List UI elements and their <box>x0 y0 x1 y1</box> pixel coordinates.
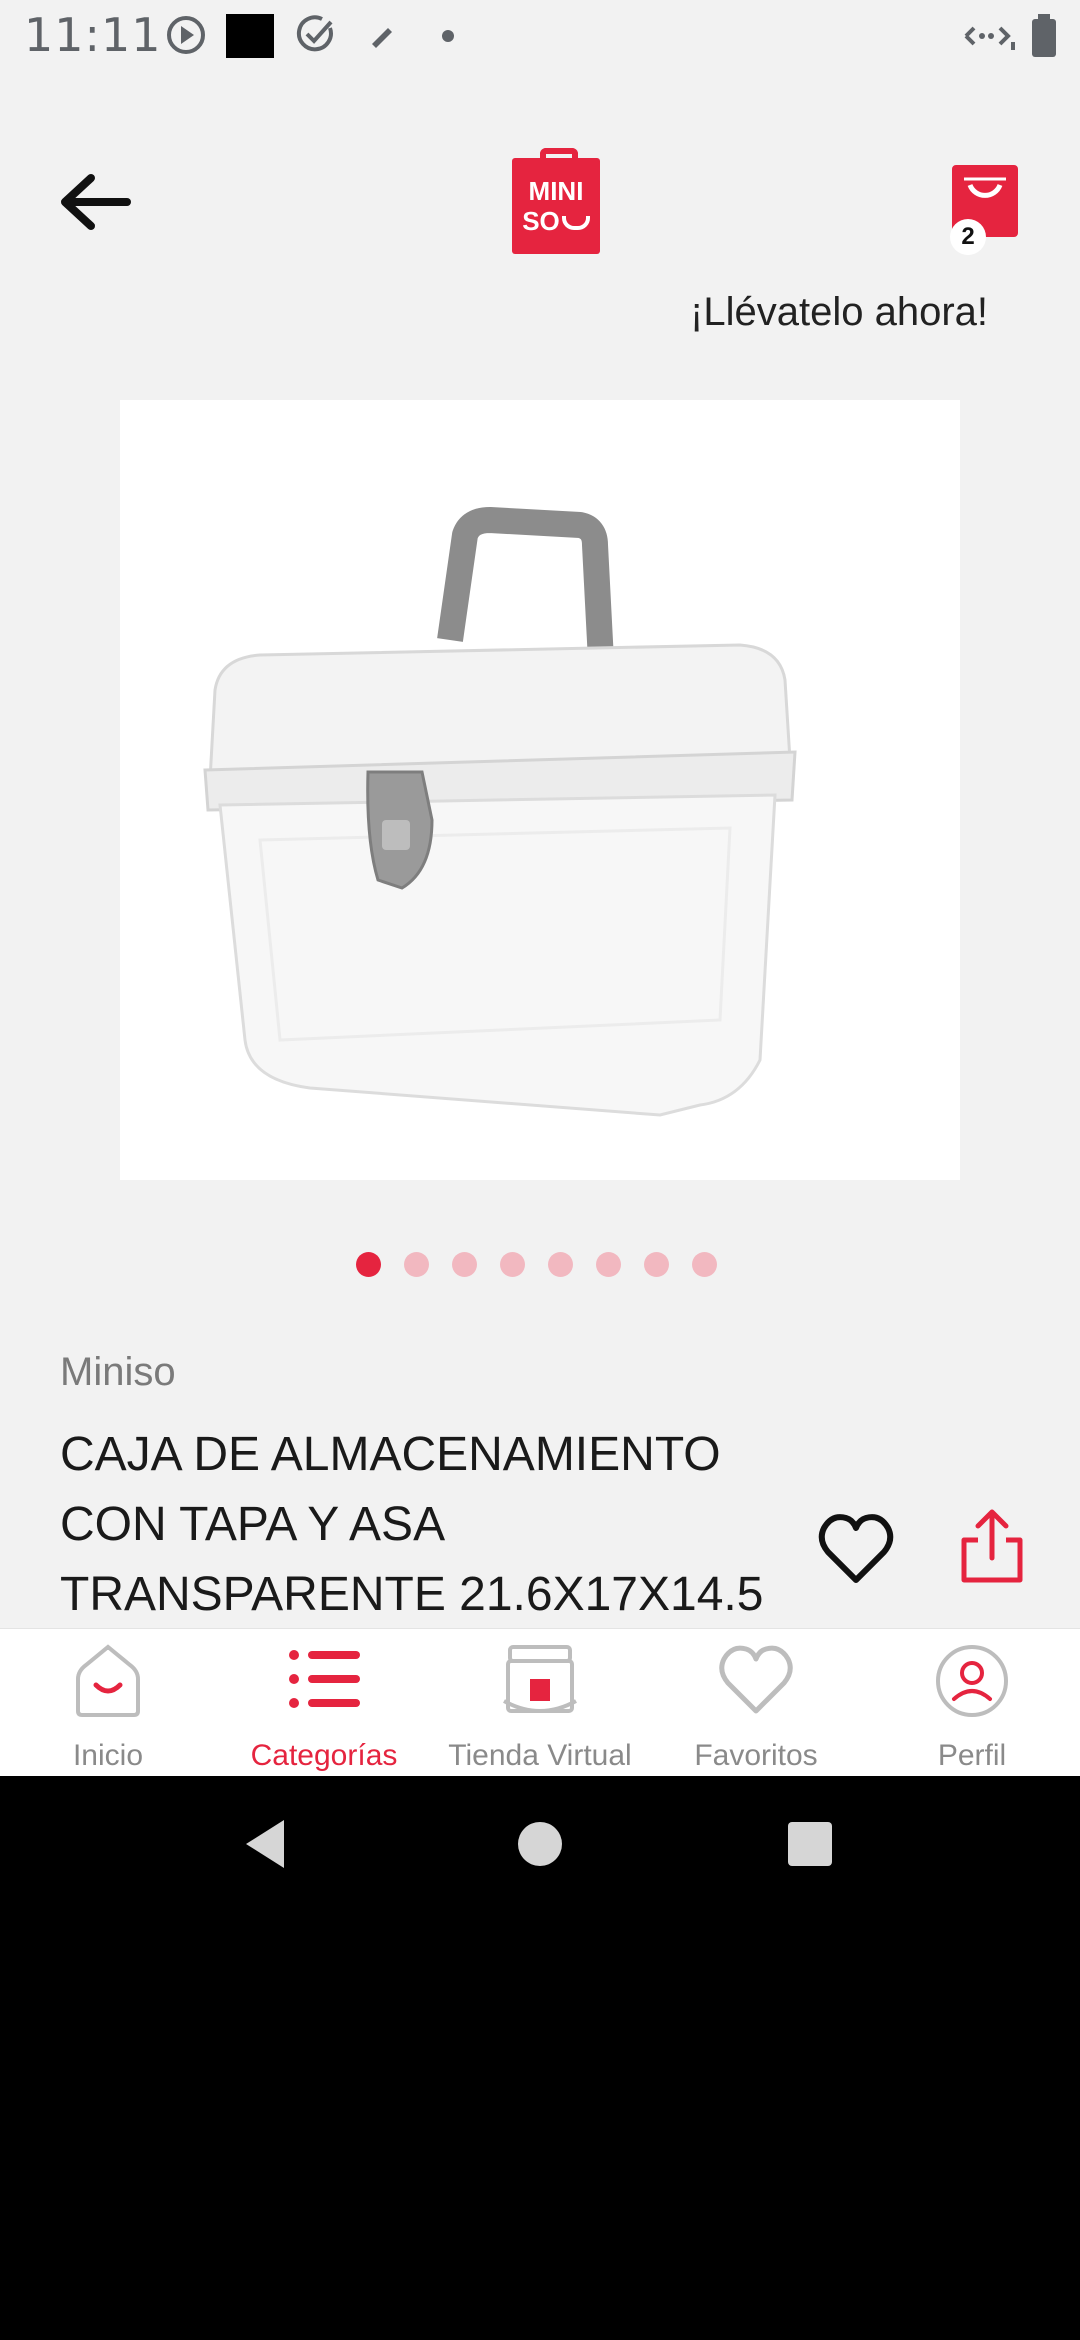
nav-item-perfil[interactable]: Perfil <box>864 1629 1080 1776</box>
virtual-store-icon <box>503 1645 577 1713</box>
nav-label-tienda-virtual: Tienda Virtual <box>448 1739 632 1772</box>
battery-icon <box>1032 14 1056 57</box>
categories-list-icon <box>289 1650 360 1708</box>
nav-label-categorias: Categorías <box>250 1739 398 1772</box>
status-bar: 11:11 <box>0 0 1080 72</box>
heart-outline-icon <box>818 1514 894 1583</box>
back-button[interactable] <box>55 170 135 235</box>
nav-label-perfil: Perfil <box>937 1739 1007 1772</box>
product-title: CAJA DE ALMACENAMIENTO CON TAPA Y ASA TR… <box>60 1428 764 1621</box>
share-icon <box>961 1509 1023 1583</box>
carousel-dot-3[interactable] <box>452 1252 477 1277</box>
system-home-icon[interactable] <box>516 1816 564 1872</box>
product-brand: Miniso <box>60 1350 176 1394</box>
system-navigation-bar <box>0 1776 1080 1916</box>
carousel-dot-1[interactable] <box>356 1252 381 1277</box>
miniso-logo[interactable]: MINI SO <box>512 148 600 254</box>
logo-text-line1: MINI <box>528 176 584 206</box>
status-time: 11:11 <box>24 8 162 62</box>
carousel-dot-2[interactable] <box>404 1252 429 1277</box>
cart-button[interactable]: 2 <box>950 165 1020 255</box>
share-button[interactable] <box>956 1508 1028 1588</box>
arrow-left-icon <box>61 174 131 230</box>
play-icon <box>167 16 205 54</box>
logo-text: MINI SO <box>512 176 600 236</box>
cart-count-badge: 2 <box>950 219 986 255</box>
heart-icon <box>719 1645 793 1714</box>
carousel-dot-4[interactable] <box>500 1252 525 1277</box>
product-image[interactable] <box>120 400 960 1180</box>
tagline: ¡Llévatelo ahora! <box>690 290 988 334</box>
bottom-navigation: Inicio Categorías Tienda Virtual Favorit… <box>0 1628 1080 1776</box>
nav-item-favoritos[interactable]: Favoritos <box>648 1629 864 1776</box>
nav-label-favoritos: Favoritos <box>694 1739 818 1772</box>
product-detail-screen: 11:11 MINI SO 2 ¡Llévatelo ahora! Miniso… <box>0 0 1080 1776</box>
storage-box-image <box>203 507 797 1117</box>
carousel-dot-7[interactable] <box>644 1252 669 1277</box>
signal-icon <box>964 26 1015 50</box>
edit-icon <box>372 28 392 48</box>
carousel-dot-5[interactable] <box>548 1252 573 1277</box>
app-notification-icon <box>226 14 274 58</box>
carousel-dot-8[interactable] <box>692 1252 717 1277</box>
profile-icon <box>936 1645 1008 1717</box>
carousel-dots <box>356 1252 717 1278</box>
nav-item-inicio[interactable]: Inicio <box>0 1629 216 1776</box>
home-icon <box>76 1644 140 1717</box>
more-notifications-dot-icon <box>442 30 454 42</box>
logo-text-line2: SO <box>512 206 600 236</box>
favorite-button[interactable] <box>816 1510 896 1590</box>
system-recents-icon[interactable] <box>786 1816 834 1872</box>
nav-item-tienda-virtual[interactable]: Tienda Virtual <box>432 1629 648 1776</box>
system-back-icon[interactable] <box>240 1816 290 1872</box>
carousel-dot-6[interactable] <box>596 1252 621 1277</box>
nav-label-inicio: Inicio <box>72 1739 144 1772</box>
nav-item-categorias[interactable]: Categorías <box>216 1629 432 1776</box>
check-circle-icon <box>296 15 333 52</box>
